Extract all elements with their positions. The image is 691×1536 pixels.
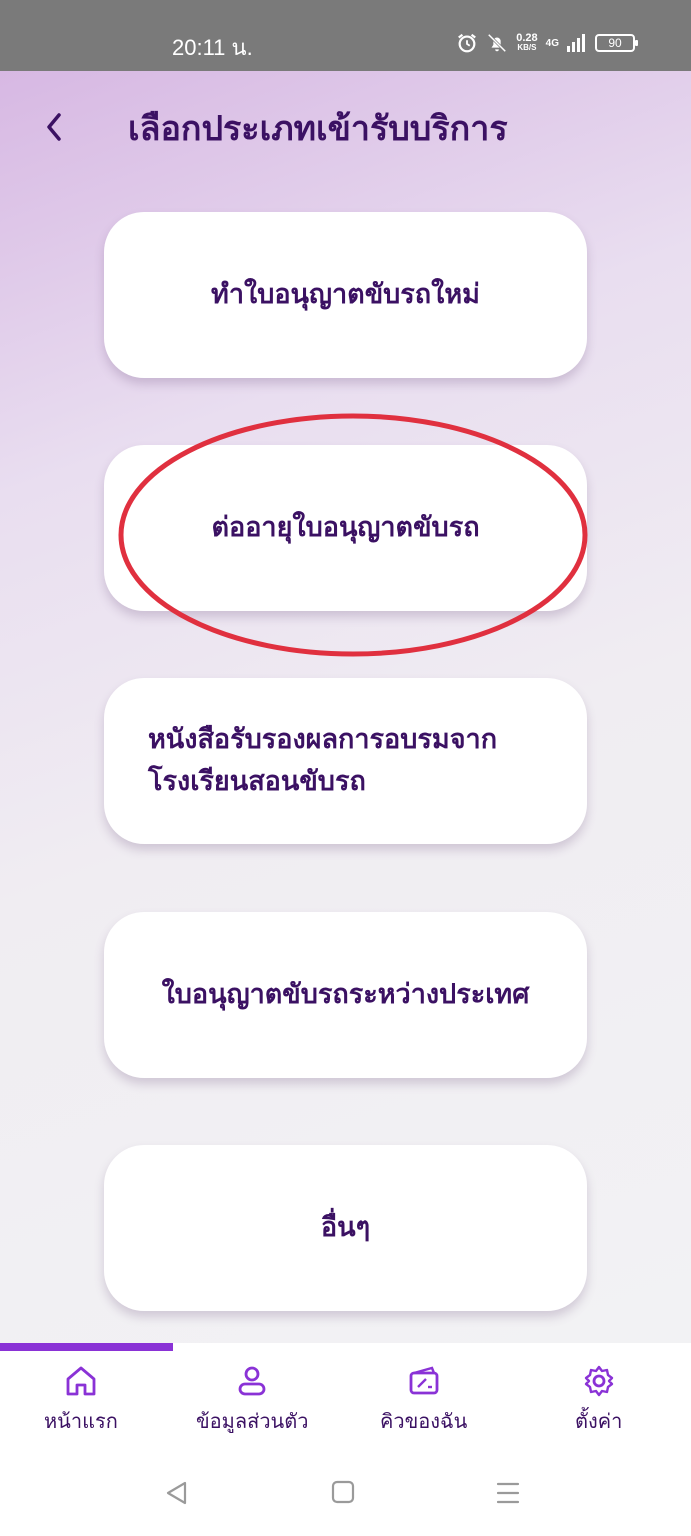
bottom-nav: หน้าแรก ข้อมูลส่วนตัว คิวของฉัน ตั้งค่า <box>0 1343 691 1443</box>
network-speed: 0.28 KB/S <box>516 32 538 53</box>
nav-label: ข้อมูลส่วนตัว <box>196 1409 309 1433</box>
option-renew-license-button[interactable]: ต่ออายุใบอนุญาตขับรถ <box>104 445 587 611</box>
option-other-button[interactable]: อื่นๆ <box>104 1145 587 1311</box>
nav-item-my-queue[interactable]: คิวของฉัน <box>380 1363 467 1437</box>
option-label: หนังสือรับรองผลการอบรมจาก โรงเรียนสอนขับ… <box>104 719 587 803</box>
system-nav-bar <box>0 1443 691 1536</box>
ticket-icon <box>409 1366 439 1395</box>
status-time: 20:11 น. <box>172 35 253 60</box>
option-label-line2: โรงเรียนสอนขับรถ <box>148 766 366 797</box>
signal-icon <box>567 34 585 52</box>
alarm-icon <box>458 33 477 53</box>
nav-item-home[interactable]: หน้าแรก <box>44 1363 118 1437</box>
nav-item-settings[interactable]: ตั้งค่า <box>575 1363 622 1437</box>
chevron-left-icon <box>47 113 61 141</box>
option-label: ใบอนุญาตขับรถระหว่างประเทศ <box>161 979 530 1011</box>
home-icon <box>66 1366 96 1396</box>
status-icons: 0.28 KB/S 4G 90 <box>456 32 638 54</box>
back-button[interactable] <box>36 105 72 149</box>
option-label: ทำใบอนุญาตขับรถใหม่ <box>211 279 480 311</box>
back-triangle-icon[interactable] <box>163 1479 191 1507</box>
option-new-license-button[interactable]: ทำใบอนุญาตขับรถใหม่ <box>104 212 587 378</box>
option-label-line1: หนังสือรับรองผลการอบรมจาก <box>148 724 498 756</box>
option-label: อื่นๆ <box>320 1212 371 1244</box>
option-label: ต่ออายุใบอนุญาตขับรถ <box>211 512 480 544</box>
status-bar: 20:11 น. 0.28 KB/S 4G 90 <box>0 0 691 71</box>
option-international-license-button[interactable]: ใบอนุญาตขับรถระหว่างประเทศ <box>104 912 587 1078</box>
option-training-certificate-button[interactable]: หนังสือรับรองผลการอบรมจาก โรงเรียนสอนขับ… <box>104 678 587 844</box>
home-square-icon[interactable] <box>330 1479 356 1505</box>
network-type: 4G <box>545 37 559 49</box>
nav-active-indicator <box>0 1343 173 1351</box>
mute-bell-icon <box>488 33 507 53</box>
nav-label: คิวของฉัน <box>380 1409 468 1433</box>
nav-label: ตั้งค่า <box>575 1409 623 1433</box>
gear-icon <box>584 1365 613 1397</box>
battery-indicator: 90 <box>595 34 638 52</box>
nav-item-profile[interactable]: ข้อมูลส่วนตัว <box>196 1363 308 1437</box>
page-title: เลือกประเภทเข้ารับบริการ <box>128 109 508 149</box>
user-icon <box>238 1366 266 1396</box>
menu-lines-icon[interactable] <box>494 1479 522 1507</box>
nav-label: หน้าแรก <box>44 1409 118 1433</box>
